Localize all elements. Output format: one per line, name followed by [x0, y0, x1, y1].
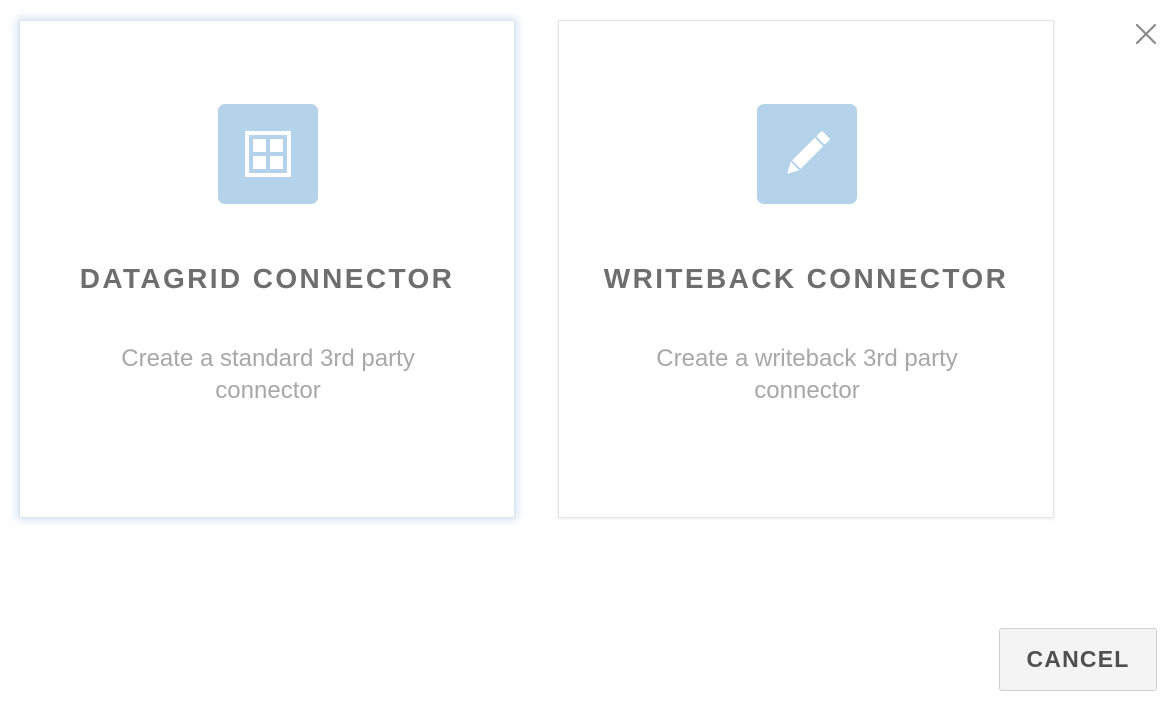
writeback-connector-card[interactable]: WRITEBACK CONNECTOR Create a writeback 3… [558, 20, 1054, 518]
writeback-connector-title: WRITEBACK CONNECTOR [603, 263, 1009, 294]
datagrid-connector-card[interactable]: DATAGRID CONNECTOR Create a standard 3rd… [19, 20, 515, 518]
datagrid-icon-tile [218, 104, 318, 204]
writeback-icon-tile [757, 104, 857, 204]
close-icon [1135, 23, 1157, 45]
cancel-button[interactable]: CANCEL [999, 628, 1157, 691]
grid-icon [245, 131, 291, 177]
pencil-icon [787, 131, 830, 174]
datagrid-connector-title: DATAGRID CONNECTOR [79, 263, 455, 294]
writeback-connector-description: Create a writeback 3rd party connector [656, 345, 958, 404]
connector-type-dialog: DATAGRID CONNECTOR Create a standard 3rd… [0, 0, 1162, 702]
close-button[interactable] [1134, 22, 1158, 46]
datagrid-connector-description: Create a standard 3rd party connector [121, 345, 415, 404]
